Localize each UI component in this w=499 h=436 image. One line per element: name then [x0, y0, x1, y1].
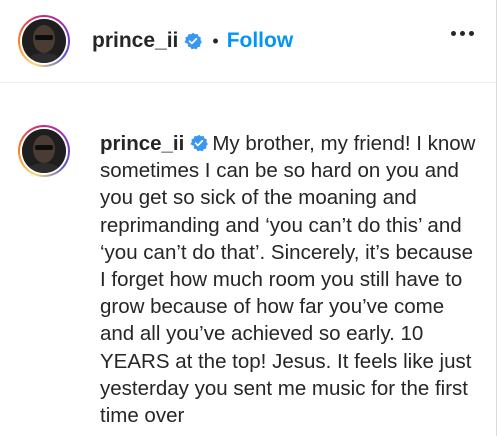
separator-dot: •	[212, 30, 219, 51]
caption-text-block: prince_ii My brother, my friend! I know s…	[100, 130, 480, 429]
verified-badge-icon	[184, 32, 203, 50]
panel-border	[496, 82, 497, 436]
more-dot	[451, 31, 456, 36]
avatar-photo	[22, 19, 66, 63]
avatar-photo	[22, 129, 66, 173]
header-divider	[0, 82, 497, 83]
verified-badge-icon	[190, 134, 209, 152]
avatar-gap	[20, 127, 68, 175]
caption-username-link[interactable]: prince_ii	[100, 132, 184, 155]
more-dot	[460, 31, 465, 36]
follow-button[interactable]: Follow	[227, 29, 294, 53]
username-link[interactable]: prince_ii	[92, 29, 178, 53]
post-header: prince_ii • Follow	[0, 0, 497, 82]
caption-text: My brother, my friend! I know sometimes …	[100, 132, 476, 428]
avatar-story-ring[interactable]	[18, 15, 70, 67]
more-dot	[469, 31, 474, 36]
avatar[interactable]	[22, 19, 66, 63]
caption-avatar[interactable]	[22, 129, 66, 173]
avatar-gap	[20, 17, 68, 65]
caption-avatar-ring[interactable]	[18, 125, 70, 177]
more-options-icon[interactable]	[451, 31, 474, 36]
header-user: prince_ii • Follow	[92, 29, 293, 53]
